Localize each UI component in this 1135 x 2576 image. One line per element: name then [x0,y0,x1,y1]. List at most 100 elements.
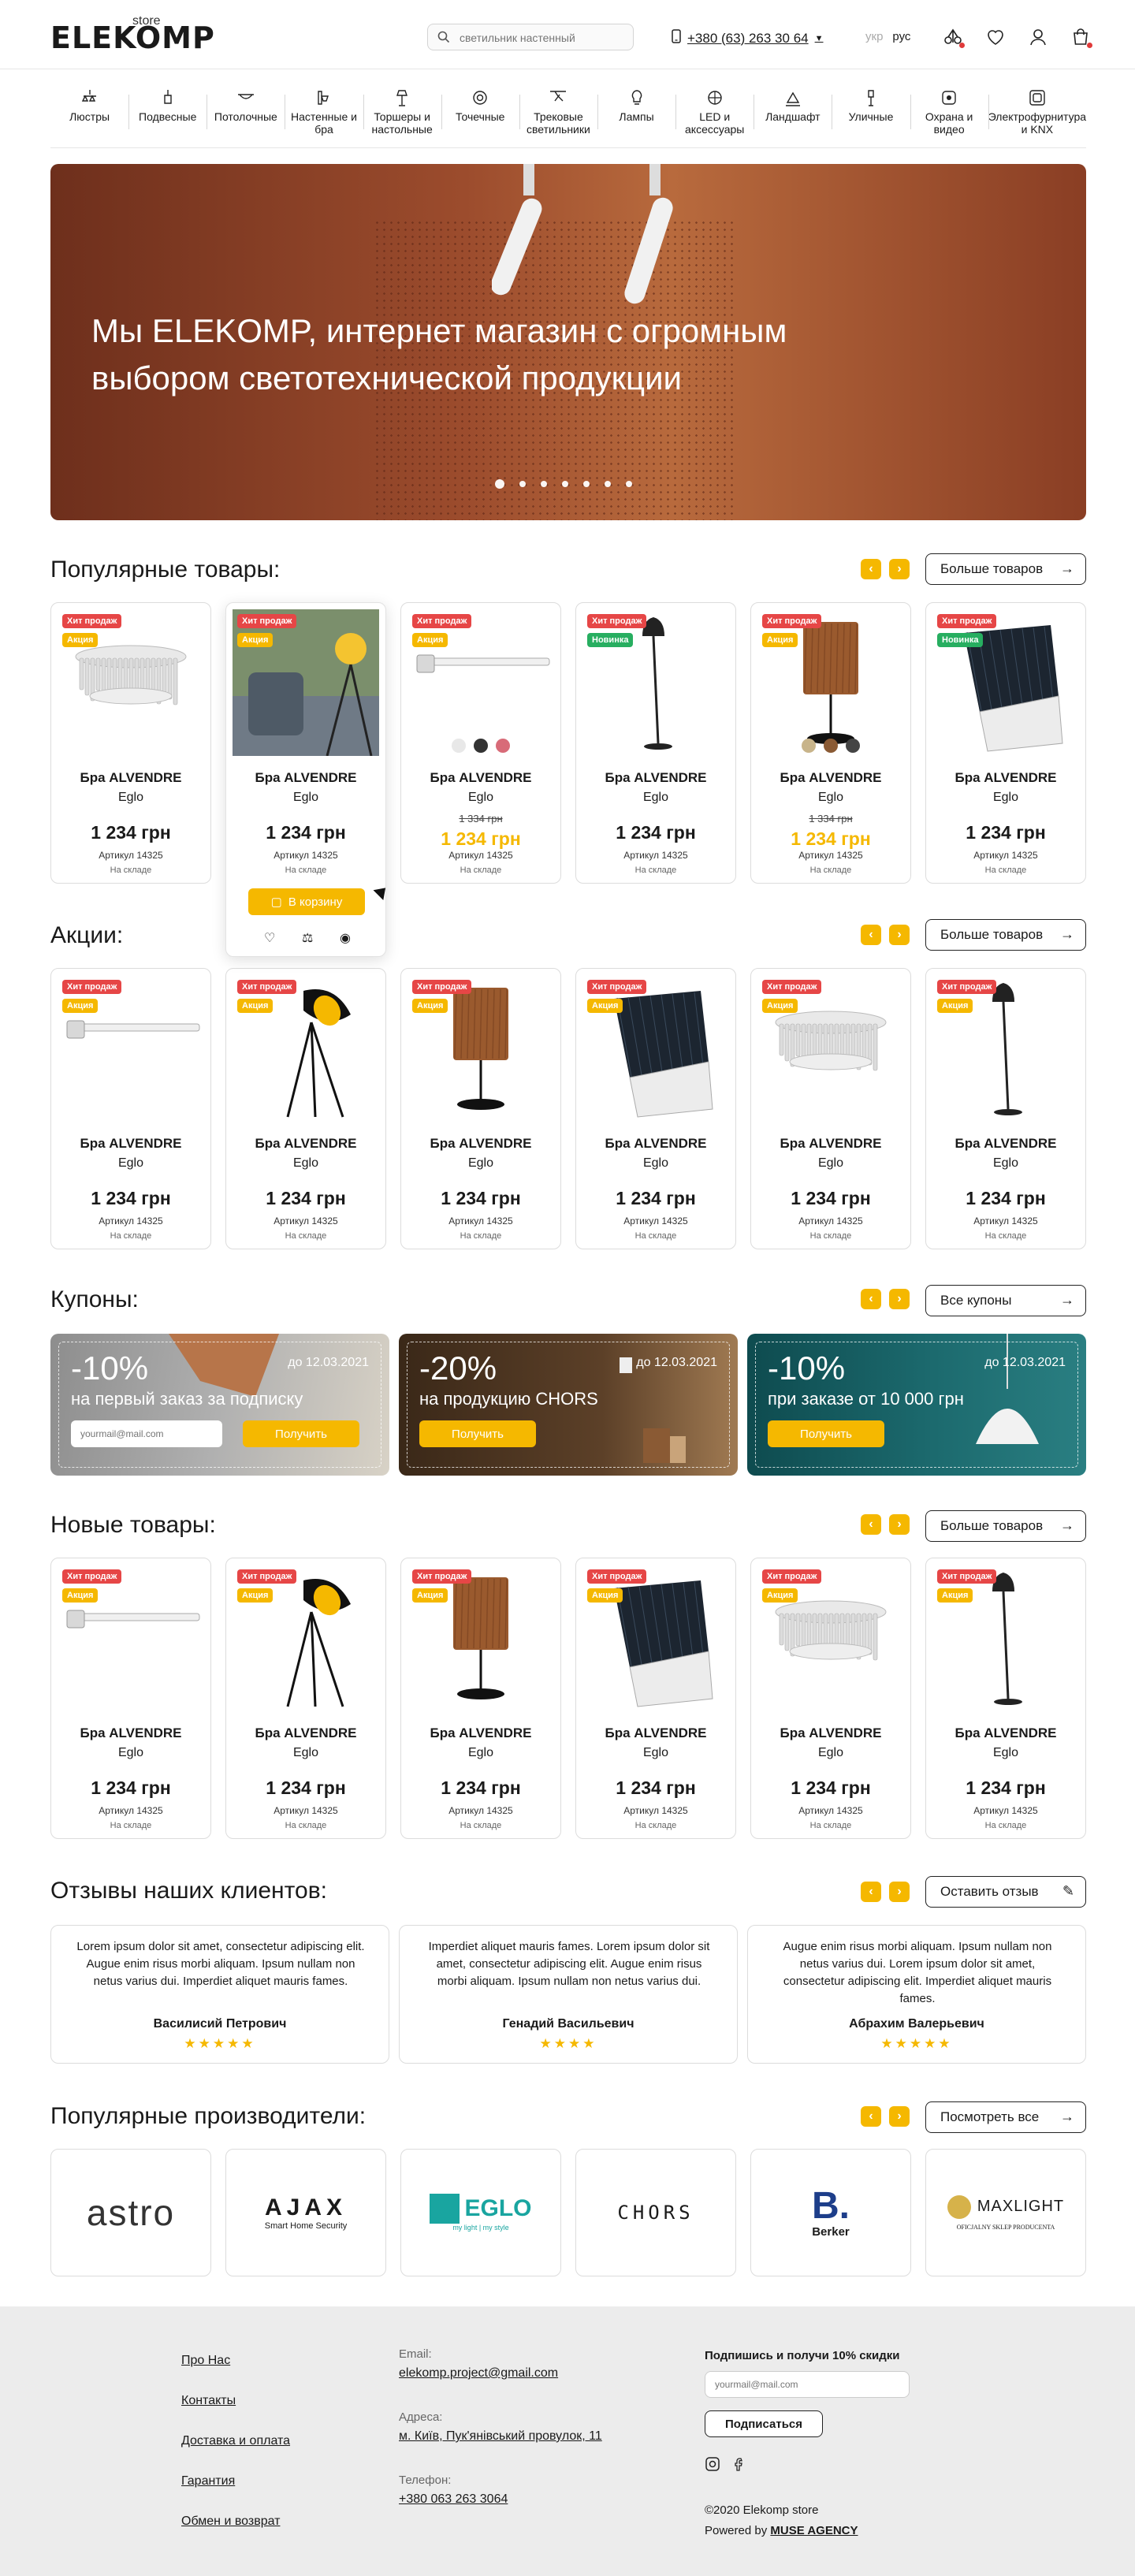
coupons-more-button[interactable]: Все купоны → [925,1285,1086,1316]
product-card[interactable]: Хит продаж Акция Бра ALVENDRE Eglo 1 234 грн… [50,968,211,1249]
category-item[interactable]: Точечные [441,85,519,147]
product-name[interactable]: Бра ALVENDRE [226,770,385,786]
footer-link-returns[interactable]: Обмен и возврат [181,2515,290,2529]
add-to-cart-button[interactable]: ▢ В корзину [248,888,365,915]
lang-rus[interactable]: рус [892,30,910,43]
product-name[interactable]: Бра ALVENDRE [401,1136,560,1152]
next-arrow-icon[interactable]: › [889,2106,910,2127]
product-card[interactable]: Хит продаж Акция Бра ALVENDRE Eglo 1 234 грн… [575,1558,736,1839]
phone-link[interactable]: +380 (63) 263 30 64 ▼ [672,29,824,47]
category-item[interactable]: Лампы [597,85,675,147]
category-item[interactable]: Трековые светильники [519,85,597,147]
user-icon[interactable] [1028,27,1048,47]
eye-icon[interactable]: ◉ [340,930,351,946]
footer-link-contacts[interactable]: Контакты [181,2394,290,2408]
facebook-icon[interactable] [731,2456,747,2476]
footer-link-about[interactable]: Про Нас [181,2354,290,2368]
category-item[interactable]: Подвесные [128,85,207,147]
product-card[interactable]: Хит продаж Акция Бра ALVENDRE Eglo 1 234 грн… [925,968,1086,1249]
category-item[interactable]: Торшеры и настольные [363,85,441,147]
product-name[interactable]: Бра ALVENDRE [751,1136,910,1152]
category-item[interactable]: Электрофурнитура и KNX [988,85,1086,147]
brand-maxlight[interactable]: MAXLIGHT OFICJALNY SKLEP PRODUCENTA [925,2149,1086,2276]
prev-arrow-icon[interactable]: ‹ [861,1514,881,1535]
brand-eglo[interactable]: EGLO my light | my style [400,2149,561,2276]
category-item[interactable]: Люстры [50,85,128,147]
hero-banner[interactable]: Мы ELEKOMP, интернет магазин с огромным … [50,164,1086,520]
category-item[interactable]: Охрана и видео [910,85,988,147]
brand-chors[interactable]: CHORS [575,2149,736,2276]
product-card[interactable]: Хит продаж Акция Бра ALVENDRE Eglo 1 234 грн… [50,602,211,884]
product-name[interactable]: Бра ALVENDRE [576,770,735,786]
product-name[interactable]: Бра ALVENDRE [51,770,210,786]
prev-arrow-icon[interactable]: ‹ [861,925,881,945]
prev-arrow-icon[interactable]: ‹ [861,2106,881,2127]
product-card[interactable]: Хит продаж Акция Бра ALVENDRE Eglo 1 334 грн… [400,602,561,884]
category-item[interactable]: Ландшафт [754,85,832,147]
brand-berker[interactable]: B. Berker [750,2149,911,2276]
color-swatch[interactable] [846,739,860,753]
prev-arrow-icon[interactable]: ‹ [861,1289,881,1309]
product-name[interactable]: Бра ALVENDRE [401,770,560,786]
product-card[interactable]: Хит продаж Акция Бра ALVENDRE Eglo 1 334 грн… [750,602,911,884]
new-more-button[interactable]: Больше товаров → [925,1510,1086,1542]
footer-phone[interactable]: +380 063 263 3064 [399,2492,508,2507]
carousel-dot[interactable] [495,479,504,489]
prev-arrow-icon[interactable]: ‹ [861,1882,881,1902]
heart-icon[interactable]: ♡ [264,930,275,946]
product-card[interactable]: Хит продаж Акция Бра ALVENDRE Eglo 1 234 грн… [400,1558,561,1839]
footer-email[interactable]: elekomp.project@gmail.com [399,2366,558,2381]
subscribe-email-input[interactable] [705,2371,910,2398]
compare-icon[interactable] [943,27,965,48]
product-name[interactable]: Бра ALVENDRE [51,1725,210,1741]
product-name[interactable]: Бра ALVENDRE [751,770,910,786]
coupon-card[interactable]: -10% до 12.03.2021 на первый заказ за по… [50,1334,389,1476]
search-box[interactable] [427,24,634,50]
prev-arrow-icon[interactable]: ‹ [861,559,881,579]
product-card[interactable]: Хит продаж Акция Бра ALVENDRE Eglo 1 234 грн… [750,1558,911,1839]
subscribe-button[interactable]: Подписаться [705,2410,823,2437]
product-name[interactable]: Бра ALVENDRE [51,1136,210,1152]
color-swatch[interactable] [824,739,838,753]
product-card[interactable]: Хит продаж Акция Бра ALVENDRE Eglo 1 234 грн… [225,602,386,957]
coupon-email-input[interactable] [71,1420,222,1447]
product-name[interactable]: Бра ALVENDRE [576,1136,735,1152]
instagram-icon[interactable] [705,2456,720,2476]
product-name[interactable]: Бра ALVENDRE [751,1725,910,1741]
product-card[interactable]: Хит продаж Новинка Бра ALVENDRE Eglo 1 234 г… [575,602,736,884]
cart-icon[interactable] [1070,27,1092,48]
category-item[interactable]: LED и аксессуары [675,85,754,147]
leave-review-button[interactable]: Оставить отзыв ✎ [925,1876,1086,1908]
product-card[interactable]: Хит продаж Акция Бра ALVENDRE Eglo 1 234 грн… [50,1558,211,1839]
coupon-card[interactable]: -10% до 12.03.2021 при заказе от 10 000 … [747,1334,1086,1476]
search-input[interactable] [460,29,625,47]
carousel-dot[interactable] [519,481,526,487]
carousel-dot[interactable] [605,481,611,487]
next-arrow-icon[interactable]: › [889,1514,910,1535]
color-swatch[interactable] [452,739,466,753]
coupon-get-button[interactable]: Получить [243,1420,359,1447]
coupon-get-button[interactable]: Получить [419,1420,536,1447]
footer-link-warranty[interactable]: Гарантия [181,2474,290,2489]
product-name[interactable]: Бра ALVENDRE [401,1725,560,1741]
coupon-get-button[interactable]: Получить [768,1420,884,1447]
carousel-dot[interactable] [541,481,547,487]
category-item[interactable]: Настенные и бра [285,85,363,147]
product-name[interactable]: Бра ALVENDRE [926,770,1085,786]
product-card[interactable]: Хит продаж Акция Бра ALVENDRE Eglo 1 234 грн… [925,1558,1086,1839]
carousel-dot[interactable] [562,481,568,487]
color-swatch[interactable] [496,739,510,753]
sales-more-button[interactable]: Больше товаров → [925,919,1086,951]
product-name[interactable]: Бра ALVENDRE [226,1136,385,1152]
next-arrow-icon[interactable]: › [889,559,910,579]
product-name[interactable]: Бра ALVENDRE [926,1725,1085,1741]
carousel-dot[interactable] [583,481,590,487]
category-item[interactable]: Потолочные [207,85,285,147]
next-arrow-icon[interactable]: › [889,925,910,945]
footer-link-delivery[interactable]: Доставка и оплата [181,2434,290,2448]
product-card[interactable]: Хит продаж Акция Бра ALVENDRE Eglo 1 234 грн… [750,968,911,1249]
product-card[interactable]: Хит продаж Акция Бра ALVENDRE Eglo 1 234 грн… [575,968,736,1249]
product-card[interactable]: Хит продаж Новинка Бра ALVENDRE Eglo 1 234 г… [925,602,1086,884]
color-swatch[interactable] [474,739,488,753]
category-item[interactable]: Уличные [832,85,910,147]
